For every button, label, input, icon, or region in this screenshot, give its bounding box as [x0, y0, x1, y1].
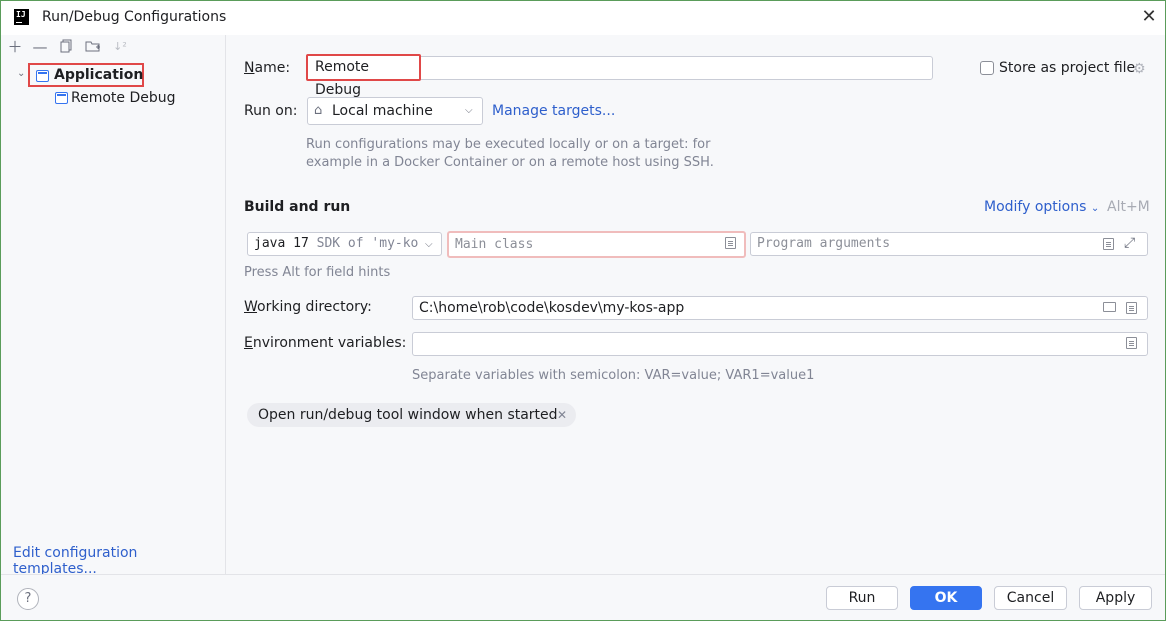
environment-variables-hint: Separate variables with semicolon: VAR=v… — [412, 368, 815, 383]
app-icon-text: IJ — [16, 10, 26, 19]
working-directory-label: Working directory: — [244, 299, 372, 315]
run-on-value: Local machine — [332, 103, 433, 119]
gear-icon[interactable]: ⚙ — [1133, 61, 1146, 77]
name-label: Name: — [244, 60, 291, 76]
run-on-hint-line-1: Run configurations may be executed local… — [306, 137, 711, 152]
sidebar-toolbar: ＋ — ↓² — [1, 35, 226, 60]
apply-button[interactable]: Apply — [1079, 586, 1152, 610]
name-value: Remote Debug — [315, 59, 370, 98]
intellij-app-icon: IJ — [14, 9, 29, 25]
sort-icon[interactable]: ↓² — [111, 39, 129, 55]
ok-button[interactable]: OK — [910, 586, 982, 610]
browse-list-icon[interactable] — [1103, 238, 1114, 250]
help-button[interactable]: ? — [17, 588, 39, 610]
environment-variables-input[interactable] — [412, 332, 1148, 356]
sdk-select[interactable]: java 17 SDK of 'my-ko — [247, 232, 442, 256]
name-value-highlight[interactable]: Remote Debug — [306, 54, 421, 98]
copy-icon[interactable] — [57, 39, 75, 55]
browse-list-icon[interactable] — [1126, 302, 1137, 314]
modify-options-shortcut: Alt+M — [1107, 199, 1150, 215]
add-icon[interactable]: ＋ — [6, 39, 24, 55]
manage-targets-link[interactable]: Manage targets... — [492, 103, 615, 119]
browse-list-icon[interactable] — [1126, 337, 1137, 349]
home-icon: ⌂ — [314, 103, 323, 118]
close-icon[interactable]: ✕ — [1140, 8, 1158, 26]
title-bar: IJ Run/Debug Configurations ✕ — [1, 1, 1165, 35]
run-on-label: Run on: — [244, 103, 298, 119]
application-config-icon — [55, 92, 68, 104]
chevron-down-icon[interactable]: ⌵ — [465, 105, 473, 116]
expand-icon[interactable]: ⤢ — [1124, 235, 1135, 251]
close-icon[interactable]: ✕ — [557, 403, 567, 427]
main-class-input[interactable]: Main class — [447, 231, 746, 258]
folder-icon[interactable] — [1103, 302, 1116, 312]
program-arguments-placeholder: Program arguments — [757, 236, 891, 251]
new-folder-icon[interactable] — [84, 39, 102, 55]
working-directory-input[interactable]: C:\home\rob\code\kosdev\my-kos-app — [412, 296, 1148, 320]
configurations-sidebar: ＋ — ↓² ⌄ Application Remote Debug Edit c… — [1, 35, 226, 577]
chevron-down-icon[interactable]: ⌄ — [17, 68, 25, 79]
browse-list-icon[interactable] — [725, 237, 736, 249]
sdk-value: java 17 — [254, 236, 309, 251]
open-tool-window-chip[interactable]: Open run/debug tool window when started … — [247, 403, 576, 427]
working-directory-value: C:\home\rob\code\kosdev\my-kos-app — [419, 300, 685, 316]
open-tool-window-label: Open run/debug tool window when started — [258, 407, 558, 423]
environment-variables-label: Environment variables: — [244, 335, 407, 351]
run-debug-configurations-dialog: IJ Run/Debug Configurations ✕ ＋ — ↓² ⌄ A… — [0, 0, 1166, 621]
main-class-placeholder: Main class — [455, 237, 534, 252]
field-hints-text: Press Alt for field hints — [244, 265, 391, 280]
tree-item-remote-debug[interactable]: Remote Debug — [71, 90, 176, 106]
program-arguments-input[interactable]: Program arguments — [750, 232, 1148, 256]
run-button[interactable]: Run — [826, 586, 898, 610]
sdk-detail: SDK of 'my-ko — [316, 236, 419, 251]
run-on-select[interactable]: Local machine — [307, 97, 483, 125]
dialog-footer: ? Run OK Cancel Apply — [1, 574, 1165, 620]
store-as-project-file-label[interactable]: Store as project file — [999, 60, 1135, 76]
store-as-project-file-checkbox[interactable] — [980, 61, 994, 75]
remove-icon[interactable]: — — [31, 39, 49, 55]
configuration-form: Name: Remote Debug Store as project file… — [227, 35, 1165, 574]
tree-group-label[interactable]: Application — [54, 67, 143, 83]
build-and-run-heading: Build and run — [244, 199, 351, 215]
run-on-hint-line-2: example in a Docker Container or on a re… — [306, 155, 714, 170]
cancel-button[interactable]: Cancel — [994, 586, 1067, 610]
modify-options-link[interactable]: Modify options ⌄ — [984, 199, 1099, 215]
application-config-icon — [36, 70, 49, 82]
chevron-down-icon[interactable]: ⌵ — [425, 239, 433, 250]
edit-configuration-templates-link[interactable]: Edit configuration templates... — [13, 545, 225, 577]
window-title: Run/Debug Configurations — [42, 9, 227, 25]
